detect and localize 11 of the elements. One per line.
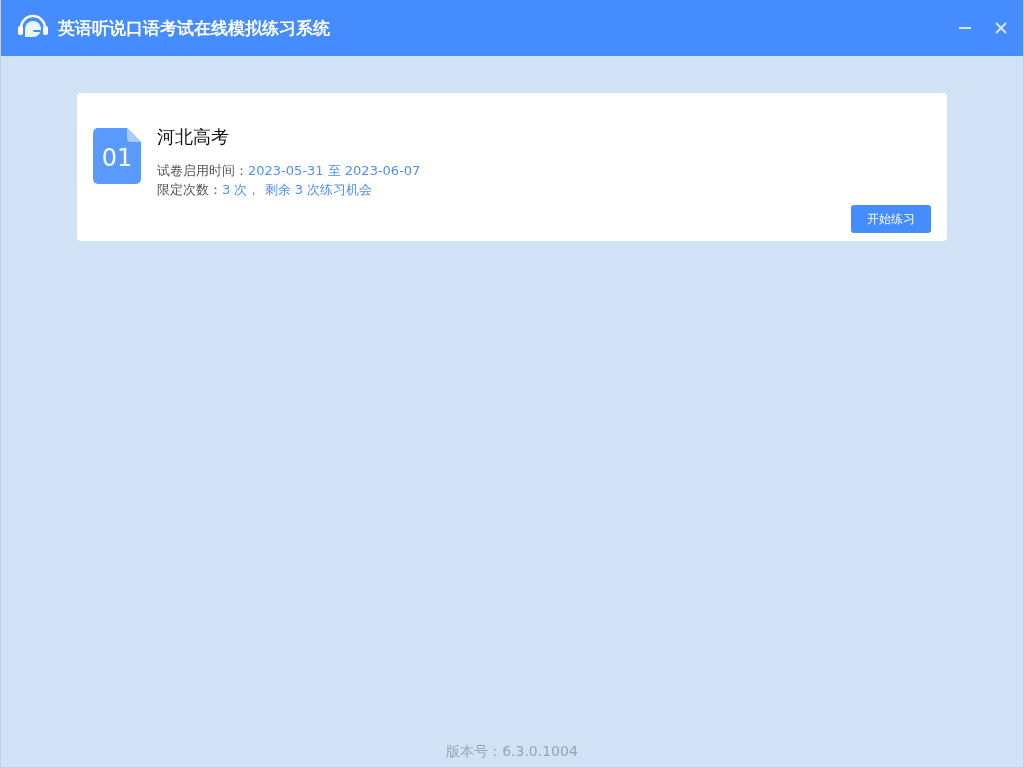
period-value: 2023-05-31 至 2023-06-07: [248, 163, 421, 178]
close-icon[interactable]: [993, 20, 1009, 36]
limit-value: 3 次， 剩余 3 次练习机会: [222, 182, 373, 197]
exam-name: 河北高考: [157, 125, 230, 149]
document-icon: [93, 128, 141, 184]
version-text: 版本号：6.3.0.1004: [446, 743, 578, 761]
period-label: 试卷启用时间：: [157, 163, 248, 178]
exam-number: 01: [101, 144, 133, 172]
limit-label: 限定次数：: [157, 182, 222, 197]
start-practice-button[interactable]: 开始练习: [851, 205, 931, 233]
window-title: 英语听说口语考试在线模拟练习系统: [58, 16, 330, 40]
